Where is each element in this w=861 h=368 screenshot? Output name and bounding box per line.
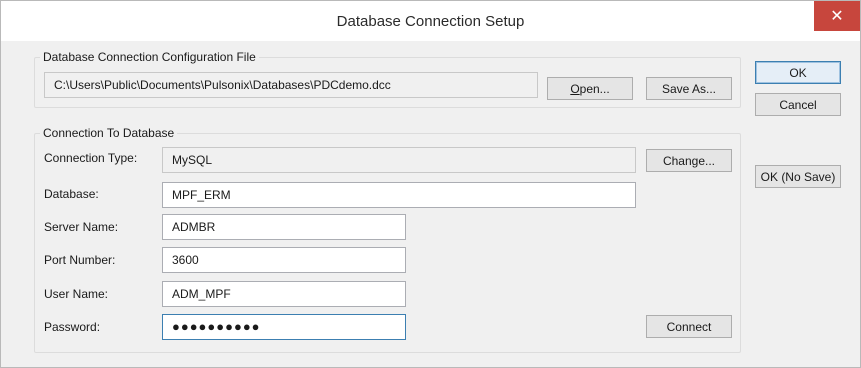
database-field[interactable]: MPF_ERM <box>162 182 636 208</box>
close-button[interactable]: ✕ <box>814 1 860 31</box>
change-button[interactable]: Change... <box>646 149 732 172</box>
port-number-field[interactable]: 3600 <box>162 247 406 273</box>
cancel-button[interactable]: Cancel <box>755 93 841 116</box>
config-file-path-field: C:\Users\Public\Documents\Pulsonix\Datab… <box>44 72 538 98</box>
connection-type-field: MySQL <box>162 147 636 173</box>
connection-caption: Connection To Database <box>40 126 178 140</box>
password-label: Password: <box>44 320 101 334</box>
server-name-label: Server Name: <box>44 220 119 234</box>
open-button-label: pen... <box>579 81 610 96</box>
ok-button[interactable]: OK <box>755 61 841 84</box>
dialog-window: Database Connection Setup ✕ Database Con… <box>0 0 861 368</box>
password-field[interactable]: ●●●●●●●●●● <box>162 314 406 340</box>
window-title: Database Connection Setup <box>336 13 525 30</box>
user-name-label: User Name: <box>44 287 109 301</box>
server-name-field[interactable]: ADMBR <box>162 214 406 240</box>
title-bar: Database Connection Setup ✕ <box>1 1 860 41</box>
database-label: Database: <box>44 187 99 201</box>
connection-type-label: Connection Type: <box>44 151 138 165</box>
config-file-caption: Database Connection Configuration File <box>40 50 259 64</box>
connect-button[interactable]: Connect <box>646 315 732 338</box>
save-as-button[interactable]: Save As... <box>646 77 732 100</box>
user-name-field[interactable]: ADM_MPF <box>162 281 406 307</box>
open-button-accel: O <box>570 81 580 96</box>
ok-no-save-button[interactable]: OK (No Save) <box>755 165 841 188</box>
close-icon: ✕ <box>830 6 844 25</box>
open-button[interactable]: Open... <box>547 77 633 100</box>
port-number-label: Port Number: <box>44 253 116 267</box>
